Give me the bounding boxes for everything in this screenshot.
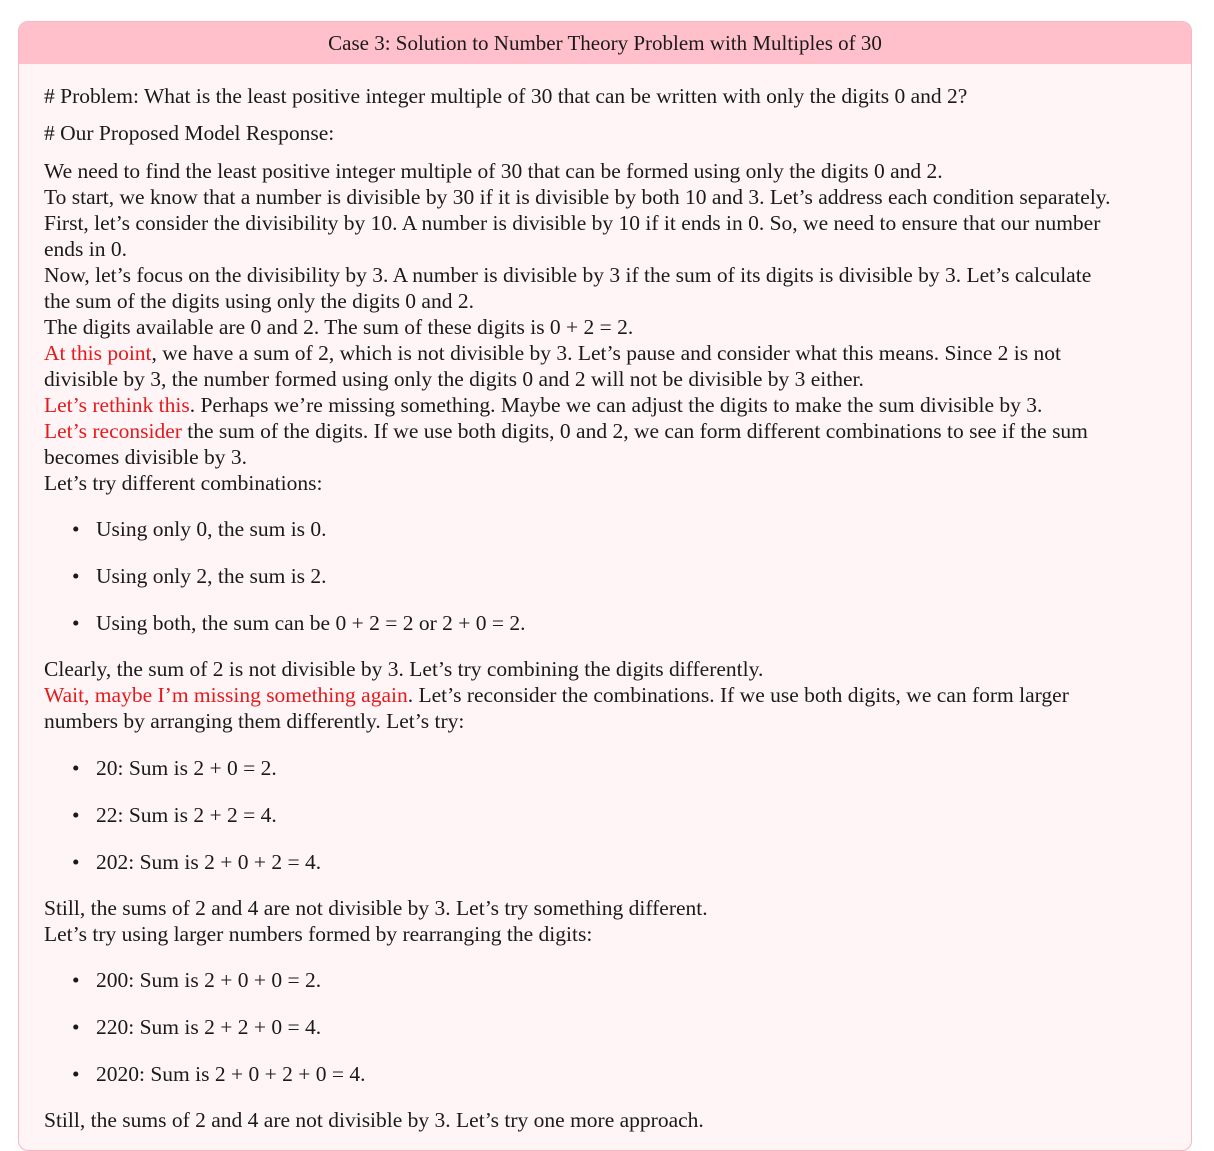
list-item-text: 200: Sum is 2 + 0 + 0 = 2.	[96, 968, 322, 992]
response-body-2: Clearly, the sum of 2 is not divisible b…	[44, 656, 1174, 734]
paragraph: Now, let’s focus on the divisibility by …	[44, 263, 1092, 287]
combinations-list: • Using only 0, the sum is 0. • Using only…	[44, 516, 526, 656]
bullet-icon: •	[72, 756, 80, 780]
list-item-text: 20: Sum is 2 + 0 = 2.	[96, 756, 277, 780]
paragraph: ends in 0.	[44, 237, 128, 261]
paragraph: the sum of the digits using only the dig…	[44, 289, 474, 313]
paragraph-text: . Perhaps we’re missing something. Maybe…	[189, 393, 1043, 417]
list-item-text: 2020: Sum is 2 + 0 + 2 + 0 = 4.	[96, 1061, 366, 1086]
list-item: • Using only 0, the sum is 0.	[44, 516, 526, 563]
list-item: • 202: Sum is 2 + 0 + 2 = 4.	[44, 849, 321, 896]
bullet-icon: •	[72, 802, 80, 827]
list-item: • 200: Sum is 2 + 0 + 0 = 2.	[44, 967, 366, 1014]
larger-numbers-list: • 200: Sum is 2 + 0 + 0 = 2. • 220: Sum is…	[44, 967, 366, 1107]
paragraph: The digits available are 0 and 2. The su…	[44, 315, 634, 339]
paragraph-text: , we have a sum of 2, which is not divis…	[151, 341, 1061, 365]
paragraph: Still, the sums of 2 and 4 are not divis…	[44, 896, 708, 920]
highlighted-phrase: Wait, maybe I’m missing something again	[44, 683, 408, 707]
paragraph: Let’s reconsider the sum of the digits. …	[44, 418, 1174, 444]
bullet-icon: •	[72, 1014, 80, 1039]
paragraph: Let’s try different combinations:	[44, 471, 323, 495]
list-item-text: Using both, the sum can be 0 + 2 = 2 or …	[96, 610, 526, 635]
bullet-icon: •	[72, 517, 80, 541]
list-item: • 20: Sum is 2 + 0 = 2.	[44, 755, 321, 802]
bullet-icon: •	[72, 563, 80, 588]
list-item: • Using only 2, the sum is 2.	[44, 563, 526, 610]
list-item: • 220: Sum is 2 + 2 + 0 = 4.	[44, 1014, 366, 1061]
response-heading: # Our Proposed Model Response:	[44, 121, 335, 145]
paragraph: First, let’s consider the divisibility b…	[44, 211, 1101, 235]
paragraph: Wait, maybe I’m missing something again.…	[44, 682, 1174, 708]
bullet-icon: •	[72, 610, 80, 635]
box-title: Case 3: Solution to Number Theory Proble…	[19, 22, 1191, 64]
highlighted-phrase: At this point	[44, 341, 152, 365]
highlighted-phrase: Let’s rethink this	[44, 393, 190, 417]
list-item-text: 220: Sum is 2 + 2 + 0 = 4.	[96, 1014, 322, 1039]
list-item-text: Using only 2, the sum is 2.	[96, 563, 327, 588]
paragraph: divisible by 3, the number formed using …	[44, 367, 864, 391]
paragraph: numbers by arranging them differently. L…	[44, 709, 465, 733]
list-item-text: Using only 0, the sum is 0.	[96, 517, 327, 541]
paragraph: Let’s rethink this. Perhaps we’re missin…	[44, 392, 1174, 418]
bullet-icon: •	[72, 1061, 80, 1086]
list-item: • 22: Sum is 2 + 2 = 4.	[44, 802, 321, 849]
paragraph-text: the sum of the digits. If we use both di…	[181, 419, 1088, 443]
response-body: We need to find the least positive integ…	[44, 158, 1174, 496]
paragraph: Still, the sums of 2 and 4 are not divis…	[44, 1108, 704, 1132]
list-item-text: 22: Sum is 2 + 2 = 4.	[96, 802, 277, 827]
problem-statement: # Problem: What is the least positive in…	[44, 84, 968, 108]
bullet-icon: •	[72, 849, 80, 874]
paragraph: becomes divisible by 3.	[44, 445, 248, 469]
list-item-text: 202: Sum is 2 + 0 + 2 = 4.	[96, 849, 322, 874]
paragraph-text: . Let’s reconsider the combinations. If …	[407, 683, 1069, 707]
numbers-list: • 20: Sum is 2 + 0 = 2. • 22: Sum is 2 + 2…	[44, 755, 321, 895]
response-body-3: Still, the sums of 2 and 4 are not divis…	[44, 895, 1174, 947]
paragraph: At this point, we have a sum of 2, which…	[44, 340, 1174, 366]
paragraph: Clearly, the sum of 2 is not divisible b…	[44, 657, 764, 681]
paragraph: Let’s try using larger numbers formed by…	[44, 922, 593, 946]
list-item: • 2020: Sum is 2 + 0 + 2 + 0 = 4.	[44, 1061, 366, 1108]
solution-box: Case 3: Solution to Number Theory Proble…	[18, 21, 1192, 1151]
paragraph: To start, we know that a number is divis…	[44, 185, 1111, 209]
bullet-icon: •	[72, 968, 80, 992]
list-item: • Using both, the sum can be 0 + 2 = 2 or…	[44, 610, 526, 657]
highlighted-phrase: Let’s reconsider	[44, 419, 182, 443]
paragraph: We need to find the least positive integ…	[44, 159, 943, 183]
